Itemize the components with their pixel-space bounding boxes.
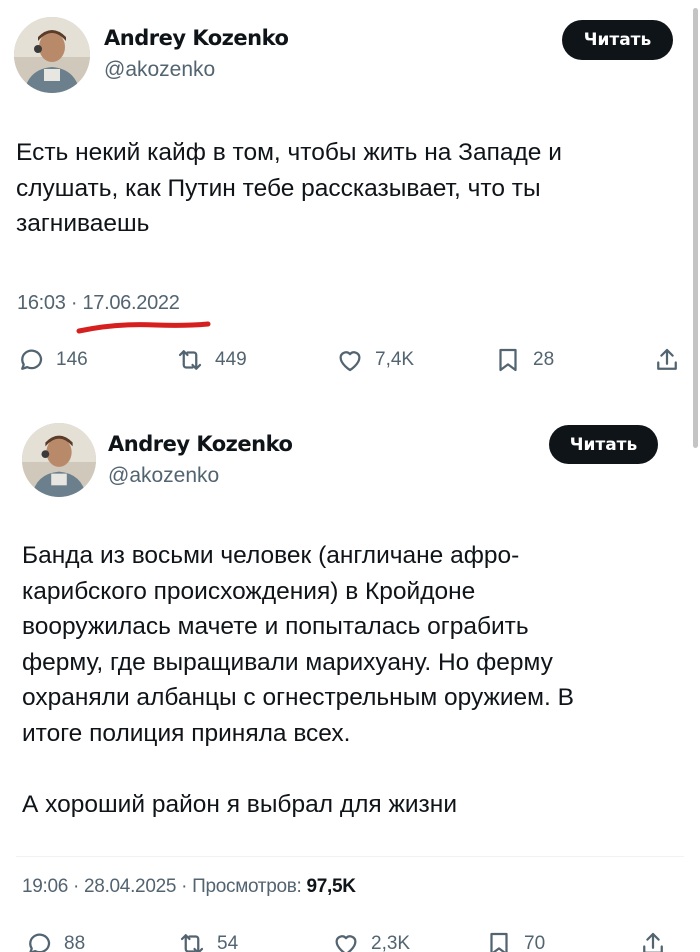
reply-icon (21, 349, 43, 370)
tweet-text-line: охраняли албанцы с огнестрельным оружием… (22, 684, 574, 711)
author-handle[interactable]: @akozenko (104, 58, 215, 82)
like-button[interactable]: 7,4K (335, 340, 414, 380)
tweet-timestamp-views: 19:06 · 28.04.2025 · Просмотров: (22, 876, 307, 897)
like-button[interactable]: 2,3K (331, 924, 410, 952)
repost-button[interactable]: 54 (177, 924, 238, 952)
follow-button[interactable]: Читать (549, 425, 658, 464)
tweet-timestamp[interactable]: 16:03 · 17.06.2022 (17, 292, 180, 315)
tweet-actions: 88 54 2,3K 70 (0, 924, 700, 952)
tweet-meta[interactable]: 19:06 · 28.04.2025 · Просмотров: 97,5K (22, 876, 356, 898)
share-icon (643, 932, 663, 952)
author-name[interactable]: Andrey Kozenko (104, 26, 289, 50)
repost-count: 449 (215, 349, 247, 370)
reply-count: 146 (56, 349, 88, 370)
red-underline-annotation (76, 321, 211, 334)
avatar[interactable] (14, 17, 90, 93)
tweet-text-line: ферму, где выращивали марихуану. Но ферм… (22, 648, 553, 676)
tweet-text-line: Банда из восьми человек (англичане афро- (22, 542, 520, 569)
like-icon (339, 351, 361, 372)
avatar[interactable] (22, 423, 96, 497)
tweet-text: Банда из восьми человек (англичане афро-… (22, 538, 682, 822)
reply-icon (29, 933, 51, 952)
views-count: 97,5K (306, 876, 357, 897)
reply-count: 88 (64, 933, 86, 952)
bookmark-count: 28 (533, 349, 555, 370)
tweet-text-line: слушать, как Путин тебе рассказывает, чт… (16, 174, 541, 202)
scrollbar[interactable] (693, 8, 698, 448)
tweet-text-line: вооружилась мачете и попыталась ограбить (22, 613, 529, 640)
repost-count: 54 (217, 933, 239, 952)
like-count: 2,3K (371, 933, 411, 952)
tweet-text-line: итоге полиция приняла всех. (22, 719, 351, 747)
author-name[interactable]: Andrey Kozenko (108, 432, 293, 456)
like-icon (335, 935, 357, 952)
repost-icon (180, 934, 204, 952)
divider (16, 856, 684, 857)
tweet-text-line: загниваешь (16, 210, 150, 237)
bookmark-count: 70 (524, 933, 546, 952)
share-button[interactable] (638, 924, 668, 952)
bookmark-icon (490, 932, 508, 952)
bookmark-button[interactable]: 28 (493, 340, 554, 380)
tweet-2: Andrey Kozenko @akozenko Читать Банда из… (0, 410, 700, 952)
follow-button[interactable]: Читать (562, 20, 673, 60)
meta-separator: · (65, 292, 83, 314)
repost-icon (178, 350, 202, 370)
bookmark-icon (499, 348, 517, 372)
tweet-actions: 146 449 7,4K 28 (0, 340, 700, 380)
like-count: 7,4K (375, 349, 415, 370)
share-icon (657, 348, 677, 370)
tweet-text-line: карибского происхождения) в Кройдоне (22, 577, 476, 605)
author-handle[interactable]: @akozenko (108, 464, 219, 488)
tweet-text-line: Есть некий кайф в том, чтобы жить на Зап… (16, 139, 562, 166)
tweet-text: Есть некий кайф в том, чтобы жить на Зап… (16, 135, 684, 242)
tweet-1: Andrey Kozenko @akozenko Читать Есть нек… (0, 0, 700, 410)
text-blank-line (22, 751, 682, 787)
repost-button[interactable]: 449 (175, 340, 247, 380)
tweet-text-line: А хороший район я выбрал для жизни (22, 790, 458, 818)
tweet-time: 16:03 (17, 292, 66, 314)
tweet-date: 17.06.2022 (82, 292, 180, 314)
share-button[interactable] (652, 340, 682, 380)
bookmark-button[interactable]: 70 (484, 924, 545, 952)
reply-button[interactable]: 88 (24, 924, 85, 952)
reply-button[interactable]: 146 (16, 340, 88, 380)
